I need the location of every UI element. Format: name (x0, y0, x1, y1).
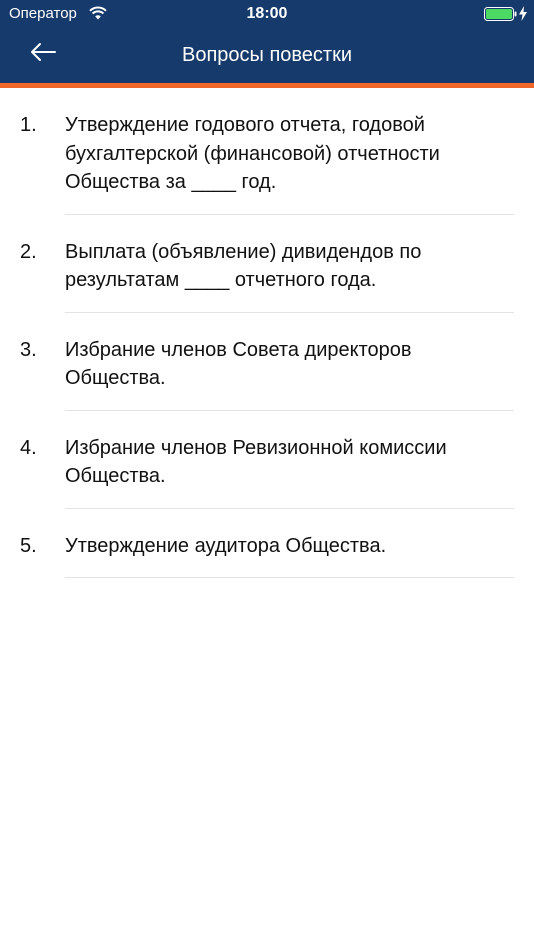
agenda-item-number: 1. (20, 114, 37, 136)
agenda-item-text: Утверждение аудитора Общества. (65, 532, 514, 578)
agenda-list: 1. Утверждение годового отчета, годовой … (0, 88, 534, 578)
agenda-item-text: Избрание членов Ревизионной комиссии Общ… (65, 434, 514, 509)
agenda-item-2[interactable]: 2. Выплата (объявление) дивидендов по ре… (0, 215, 534, 313)
navigation-bar: Вопросы повестки (0, 28, 534, 83)
agenda-item-number: 2. (20, 240, 37, 263)
status-time: 18:00 (246, 5, 288, 22)
charging-bolt-icon (519, 6, 527, 21)
agenda-item-text: Выплата (объявление) дивидендов по резул… (65, 238, 514, 313)
agenda-item-text: Утверждение годового отчета, годовой бух… (65, 111, 514, 215)
agenda-item-number: 5. (20, 534, 37, 557)
agenda-item-1[interactable]: 1. Утверждение годового отчета, годовой … (0, 88, 534, 215)
agenda-item-4[interactable]: 4. Избрание членов Ревизионной комиссии … (0, 411, 534, 509)
agenda-item-3[interactable]: 3. Избрание членов Совета директоров Общ… (0, 313, 534, 411)
page-title: Вопросы повестки (181, 44, 353, 66)
agenda-item-number: 4. (20, 436, 37, 459)
agenda-item-number: 3. (20, 338, 37, 361)
agenda-item-text: Избрание членов Совета директоров Общест… (65, 336, 514, 411)
status-bar: Оператор 18:00 (0, 0, 534, 28)
agenda-item-5[interactable]: 5. Утверждение аудитора Общества. (0, 509, 534, 578)
battery-icon (484, 7, 517, 21)
